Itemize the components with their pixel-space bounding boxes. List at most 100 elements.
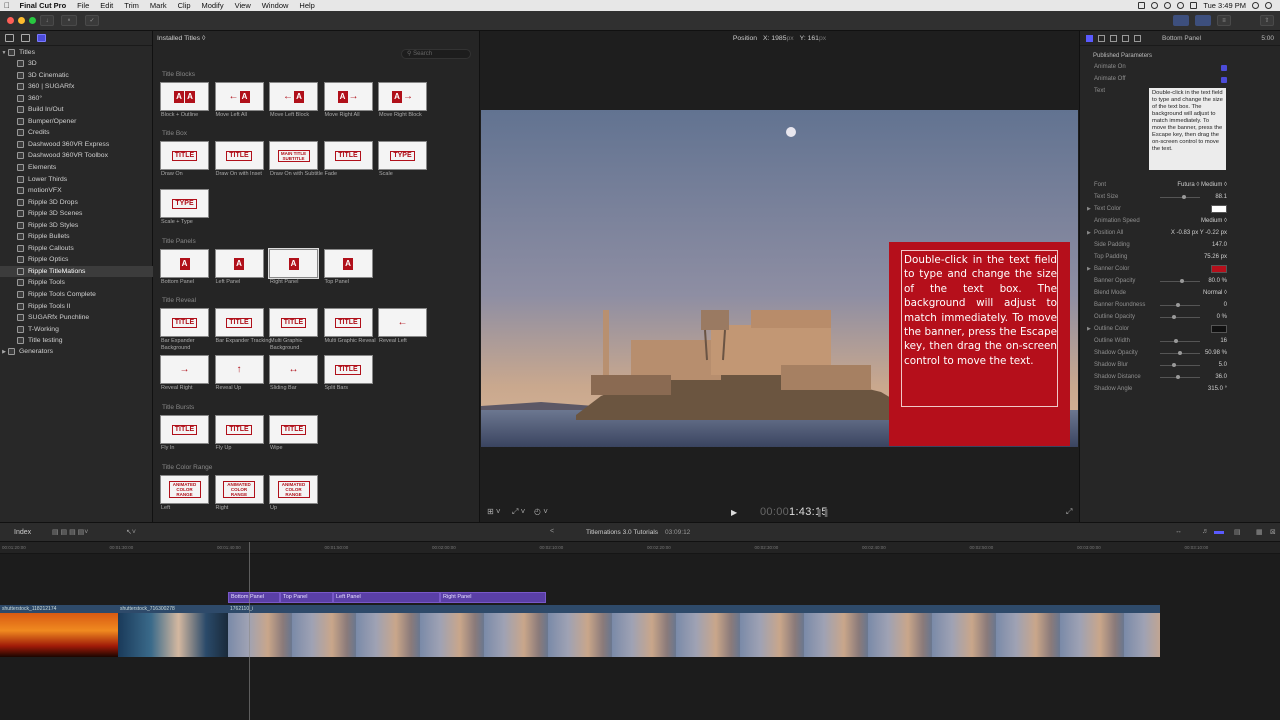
sidebar-item[interactable]: 3D Cinematic [0,70,153,81]
sidebar-item[interactable]: 360 | SUGARfx [0,81,153,92]
video-frame[interactable]: Double-click in the text field to type a… [481,110,1078,447]
photos-audio-tab-icon[interactable] [21,34,30,42]
disclosure-right-icon[interactable]: ▶ [1087,206,1091,212]
sidebar-item[interactable]: Ripple Optics [0,254,153,265]
share-button[interactable]: ⇧ [1260,15,1274,26]
video-clip-alcatraz[interactable] [228,613,1160,657]
video-clip-sunset[interactable] [0,613,118,657]
animate-off-checkbox[interactable] [1221,77,1227,83]
text-inspector-icon[interactable] [1098,34,1105,42]
sidebar-item[interactable]: 3D [0,58,153,69]
animate-on-checkbox[interactable] [1221,65,1227,71]
menu-modify[interactable]: Modify [196,1,229,10]
sidebar-item[interactable]: Ripple Tools Complete [0,289,153,300]
title-thumbnail[interactable]: A A Block + Outline [160,82,209,118]
sidebar-item[interactable]: Ripple 3D Styles [0,220,153,231]
sidebar-item[interactable]: Title testing [0,335,153,346]
play-button[interactable]: ▶ [731,508,737,517]
title-thumbnail[interactable]: → Reveal Right [160,355,209,391]
search-input[interactable]: ⚲ Search [401,49,471,59]
title-thumbnail[interactable]: TITLE Multi Graphic Reveal [323,308,376,344]
sidebar-item[interactable]: Bumper/Opener [0,116,153,127]
disclosure-right-icon[interactable]: ▶ [1087,230,1091,236]
sidebar-item[interactable]: Build In/Out [0,104,153,115]
sidebar-item[interactable]: T-Working [0,324,153,335]
background-tasks-button[interactable]: ✓ [85,15,99,26]
param-slider[interactable] [1160,363,1200,367]
param-slider[interactable] [1160,195,1200,199]
title-thumbnail[interactable]: ↔ Sliding Bar [269,355,318,391]
title-thumbnail[interactable]: A → Move Right Block [378,82,427,118]
menubar-clock[interactable]: Tue 3:49 PM [1203,1,1246,10]
libraries-layout-button[interactable] [1173,15,1189,26]
timeline-layout-button[interactable] [1195,15,1211,26]
sidebar-item-generators[interactable]: ▶ Generators [0,346,153,357]
disclosure-down-icon[interactable]: ▼ [0,50,8,56]
title-thumbnail[interactable]: ↑ Reveal Up [214,355,264,391]
sidebar-item[interactable]: SUGARfx Punchline [0,312,153,323]
title-thumbnail[interactable]: TITLE Split Bars [323,355,373,391]
transform-icon[interactable]: ⤢ ˅ [512,507,525,517]
apple-icon[interactable]:  [0,1,14,10]
speed-icon[interactable]: ◴ ˅ [534,507,548,516]
menu-mark[interactable]: Mark [144,1,172,10]
sidebar-item[interactable]: Ripple Callouts [0,243,153,254]
menu-view[interactable]: View [229,1,256,10]
sidebar-item[interactable]: Credits [0,127,153,138]
minimize-window-button[interactable] [18,17,25,24]
installed-titles-popup[interactable]: Installed Titles ◊ [153,31,480,46]
video-clip-operator[interactable] [118,613,228,657]
edit-tools-icon[interactable]: ▤ ▤ ▤ ▤˅ [52,528,88,536]
select-tool-icon[interactable]: ↖˅ [126,528,136,536]
param-slider[interactable] [1160,375,1200,379]
timeline[interactable]: Bottom Panel Top Panel Left Panel Right … [0,554,1280,720]
title-thumbnail[interactable]: A Bottom Panel [160,249,209,285]
title-thumbnail[interactable]: ← A Move Left Block [269,82,318,118]
menu-help[interactable]: Help [294,1,320,10]
title-thumbnail[interactable]: ← Reveal Left [378,308,427,344]
bluetooth-icon[interactable] [1164,2,1172,9]
title-thumbnail[interactable]: ANIMATED COLOR RANGE Right [214,475,264,511]
clip-appearance-icon[interactable]: ▤ [1234,528,1241,536]
sidebar-item[interactable]: Lower Thirds [0,174,153,185]
import-button[interactable]: ↓ [40,15,54,26]
sidebar-item[interactable]: Dashwood 360VR Express [0,139,153,150]
playhead[interactable] [249,542,250,720]
title-thumbnail[interactable]: TITLE Fade [323,141,373,177]
color-swatch[interactable] [1211,205,1227,213]
zoom-window-button[interactable] [29,17,36,24]
title-thumbnail[interactable]: TYPE Scale + Type [160,189,209,225]
close-window-button[interactable] [7,17,14,24]
disclosure-right-icon[interactable]: ▶ [0,349,8,355]
disclosure-right-icon[interactable]: ▶ [1087,266,1091,272]
index-button[interactable]: Index [14,529,31,536]
sidebar-item[interactable]: Ripple 3D Drops [0,197,153,208]
param-slider[interactable] [1160,339,1200,343]
title-thumbnail[interactable]: A Right Panel [268,248,319,285]
title-thumbnail[interactable]: TITLE Multi Graphic Background [269,308,318,351]
color-swatch[interactable] [1211,265,1227,273]
menu-edit[interactable]: Edit [95,1,119,10]
sidebar-item[interactable]: Ripple 3D Scenes [0,208,153,219]
menu-trim[interactable]: Trim [119,1,145,10]
sidebar-item[interactable]: Elements [0,162,153,173]
title-clip-right-panel[interactable]: Right Panel [440,592,546,603]
sidebar-item[interactable]: Ripple Tools [0,277,153,288]
sidebar-item[interactable]: Ripple Tools II [0,301,153,312]
title-inspector-icon[interactable] [1086,34,1093,42]
effects-browser-icon[interactable]: ▦ [1256,528,1263,536]
sidebar-item[interactable]: 360° [0,93,153,104]
filter-inspector-icon[interactable] [1122,34,1129,42]
titles-generators-tab-icon[interactable] [37,34,46,42]
title-thumbnail[interactable]: A Left Panel [214,249,264,285]
audio-skimming-icon[interactable]: ♬ [1202,528,1209,535]
title-thumbnail[interactable]: TITLE Fly In [160,415,209,451]
video-inspector-icon[interactable] [1110,34,1117,42]
keyword-button[interactable]: ⚬ [61,15,77,26]
title-thumbnail[interactable]: ANIMATED COLOR RANGE Left [160,475,209,511]
title-thumbnail[interactable]: TITLE Fly Up [214,415,264,451]
battery-icon[interactable] [1190,2,1198,9]
title-thumbnail[interactable]: TITLE Bar Expander Background [160,308,209,351]
title-thumbnail[interactable]: MAIN TITLE SUBTITLE Draw On with Subtitle [269,141,323,177]
info-inspector-icon[interactable] [1134,34,1141,42]
